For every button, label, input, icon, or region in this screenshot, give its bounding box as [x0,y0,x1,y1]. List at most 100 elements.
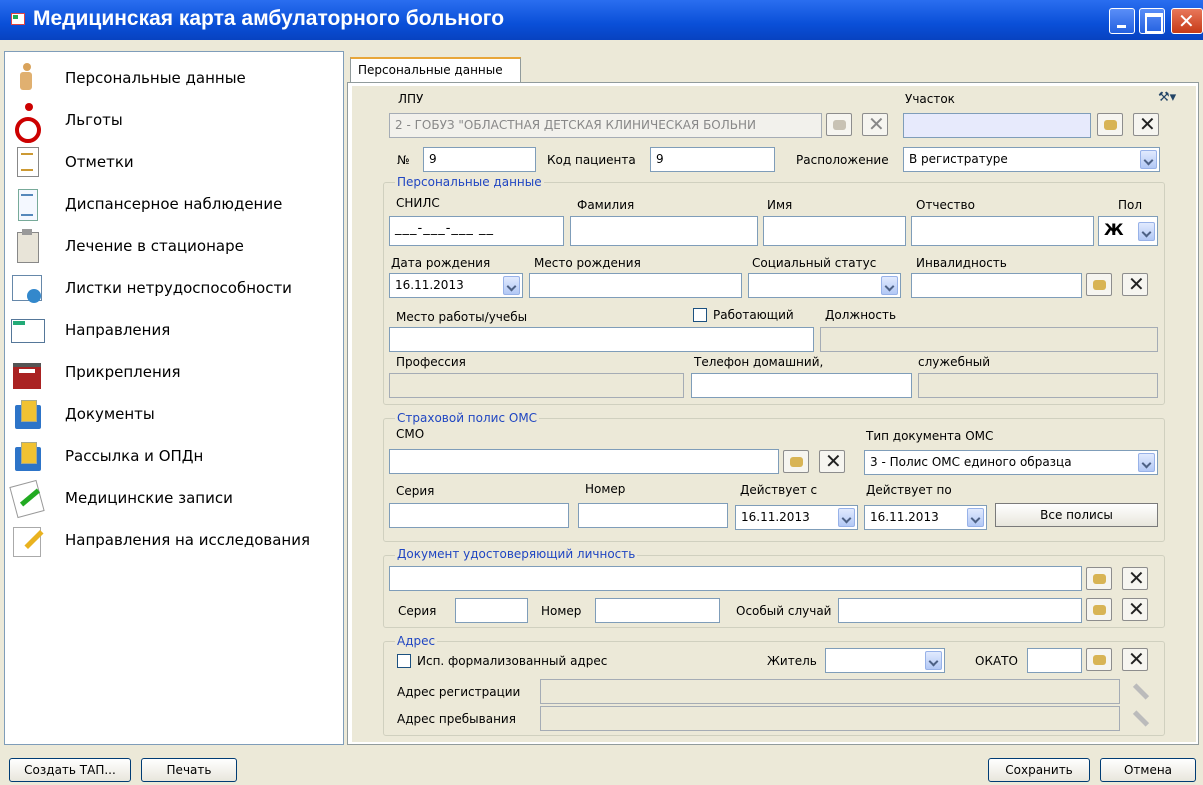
pol-label: Пол [1118,198,1143,212]
close-button[interactable] [1171,8,1203,34]
working-checkbox[interactable] [693,308,707,322]
otchestvo-field[interactable] [911,216,1094,246]
chevron-down-icon[interactable] [1140,150,1157,169]
iddoc-nomer-field[interactable] [595,598,720,623]
kod-field[interactable]: 9 [650,147,775,172]
sidebar-item-dispensary[interactable]: Диспансерное наблюдение [9,185,339,223]
uchastok-clear-button[interactable]: ✕ [1133,112,1159,136]
raspol-select[interactable]: В регистратуре [903,147,1160,172]
lpu-field[interactable]: 2 - ГОБУЗ "ОБЛАСТНАЯ ДЕТСКАЯ КЛИНИЧЕСКАЯ… [389,113,822,138]
sidebar-item-research[interactable]: Направления на исследования [9,521,339,559]
okato-field[interactable] [1027,648,1082,673]
edit-icon[interactable] [1130,680,1152,702]
smo-select-button[interactable] [783,450,809,473]
smo-clear-button[interactable]: ✕ [819,449,845,473]
sheet-icon [9,271,45,305]
lpu-select-button[interactable] [826,113,852,136]
sidebar-item-personal[interactable]: Персональные данные [9,59,339,97]
doctype-label: Тип документа ОМС [866,429,994,443]
phone-work-label: служебный [918,355,991,369]
create-tap-button[interactable]: Создать ТАП... [9,758,131,782]
sidebar-item-mailing[interactable]: Рассылка и ОПДн [9,437,339,475]
iddoc-field[interactable] [389,566,1082,591]
kod-label: Код пациента [547,153,636,167]
work-field[interactable] [389,327,814,352]
oms-nomer-field[interactable] [578,503,728,528]
iddoc-seria-field[interactable] [455,598,528,623]
oms-seria-field[interactable] [389,503,569,528]
profession-label: Профессия [396,355,466,369]
profession-field[interactable] [389,373,684,398]
position-field[interactable] [820,327,1158,352]
chevron-down-icon[interactable] [838,508,855,527]
familiya-field[interactable] [570,216,758,246]
sidebar-item-marks[interactable]: Отметки [9,143,339,181]
sidebar-item-referrals[interactable]: Направления [9,311,339,349]
special-label: Особый случай [736,604,832,618]
invalid-field[interactable] [911,273,1082,298]
uchastok-field[interactable] [903,113,1091,138]
okato-clear-button[interactable]: ✕ [1122,647,1148,671]
working-label: Работающий [713,308,794,322]
iddoc-select-button[interactable] [1086,567,1112,590]
sidebar-item-label: Направления на исследования [65,531,310,549]
print-button[interactable]: Печать [141,758,237,782]
doctype-select[interactable]: 3 - Полис ОМС единого образца [864,450,1158,475]
formal-address-checkbox[interactable] [397,654,411,668]
edit-icon[interactable] [1130,707,1152,729]
sidebar-item-hospital[interactable]: Лечение в стационаре [9,227,339,265]
tab-personal-data[interactable]: Персональные данные [350,57,521,83]
sidebar-item-sick-leave[interactable]: Листки нетрудоспособности [9,269,339,307]
all-policies-button[interactable]: Все полисы [995,503,1158,527]
minimize-button[interactable] [1109,8,1135,34]
maximize-button[interactable] [1139,8,1165,34]
chevron-down-icon[interactable] [967,508,984,527]
sidebar-item-documents[interactable]: Документы [9,395,339,433]
lpu-clear-button[interactable]: ✕ [862,112,888,136]
special-select-button[interactable] [1086,598,1112,621]
birthplace-field[interactable] [529,273,742,298]
from-select[interactable]: 16.11.2013 [735,505,858,530]
imya-field[interactable] [763,216,906,246]
stay-address-field[interactable] [540,706,1120,731]
chevron-down-icon[interactable] [881,276,898,295]
save-button[interactable]: Сохранить [988,758,1090,782]
snils-field[interactable]: ___-___-___ __ [389,216,564,246]
reg-address-field[interactable] [540,679,1120,704]
title-bar: Медицинская карта амбулаторного больного [0,0,1203,40]
num-field[interactable]: 9 [423,147,536,172]
to-select[interactable]: 16.11.2013 [864,505,987,530]
clear-icon: ✕ [1128,272,1145,296]
num-label: № [397,153,410,167]
chevron-down-icon[interactable] [925,651,942,670]
phone-work-field[interactable] [918,373,1158,398]
pol-select[interactable]: Ж [1098,216,1158,246]
oms-seria-label: Серия [396,484,435,498]
key-icon [1104,120,1117,130]
chevron-down-icon[interactable] [1138,453,1155,472]
uchastok-select-button[interactable] [1097,113,1123,136]
invalid-select-button[interactable] [1086,273,1112,296]
dob-select[interactable]: 16.11.2013 [389,273,523,298]
okato-select-button[interactable] [1086,648,1112,671]
phone-home-field[interactable] [691,373,912,398]
special-clear-button[interactable]: ✕ [1122,597,1148,621]
sidebar-item-med-records[interactable]: Медицинские записи [9,479,339,517]
smo-field[interactable] [389,449,779,474]
from-label: Действует с [740,483,818,497]
smo-label: СМО [396,427,425,441]
invalid-clear-button[interactable]: ✕ [1122,272,1148,296]
special-field[interactable] [838,598,1082,623]
sidebar-item-attachments[interactable]: Прикрепления [9,353,339,391]
resident-select[interactable] [825,648,945,673]
clear-icon: ✕ [1128,597,1145,621]
stay-address-label: Адрес пребывания [397,712,516,726]
iddoc-clear-button[interactable]: ✕ [1122,566,1148,590]
status-select[interactable] [748,273,901,298]
cancel-button[interactable]: Отмена [1100,758,1196,782]
chevron-down-icon[interactable] [503,276,520,295]
sidebar-item-benefits[interactable]: Льготы [9,101,339,143]
key-icon [1093,655,1106,665]
chevron-down-icon[interactable] [1138,222,1155,241]
tools-menu-icon[interactable]: ⚒▾ [1158,90,1194,112]
